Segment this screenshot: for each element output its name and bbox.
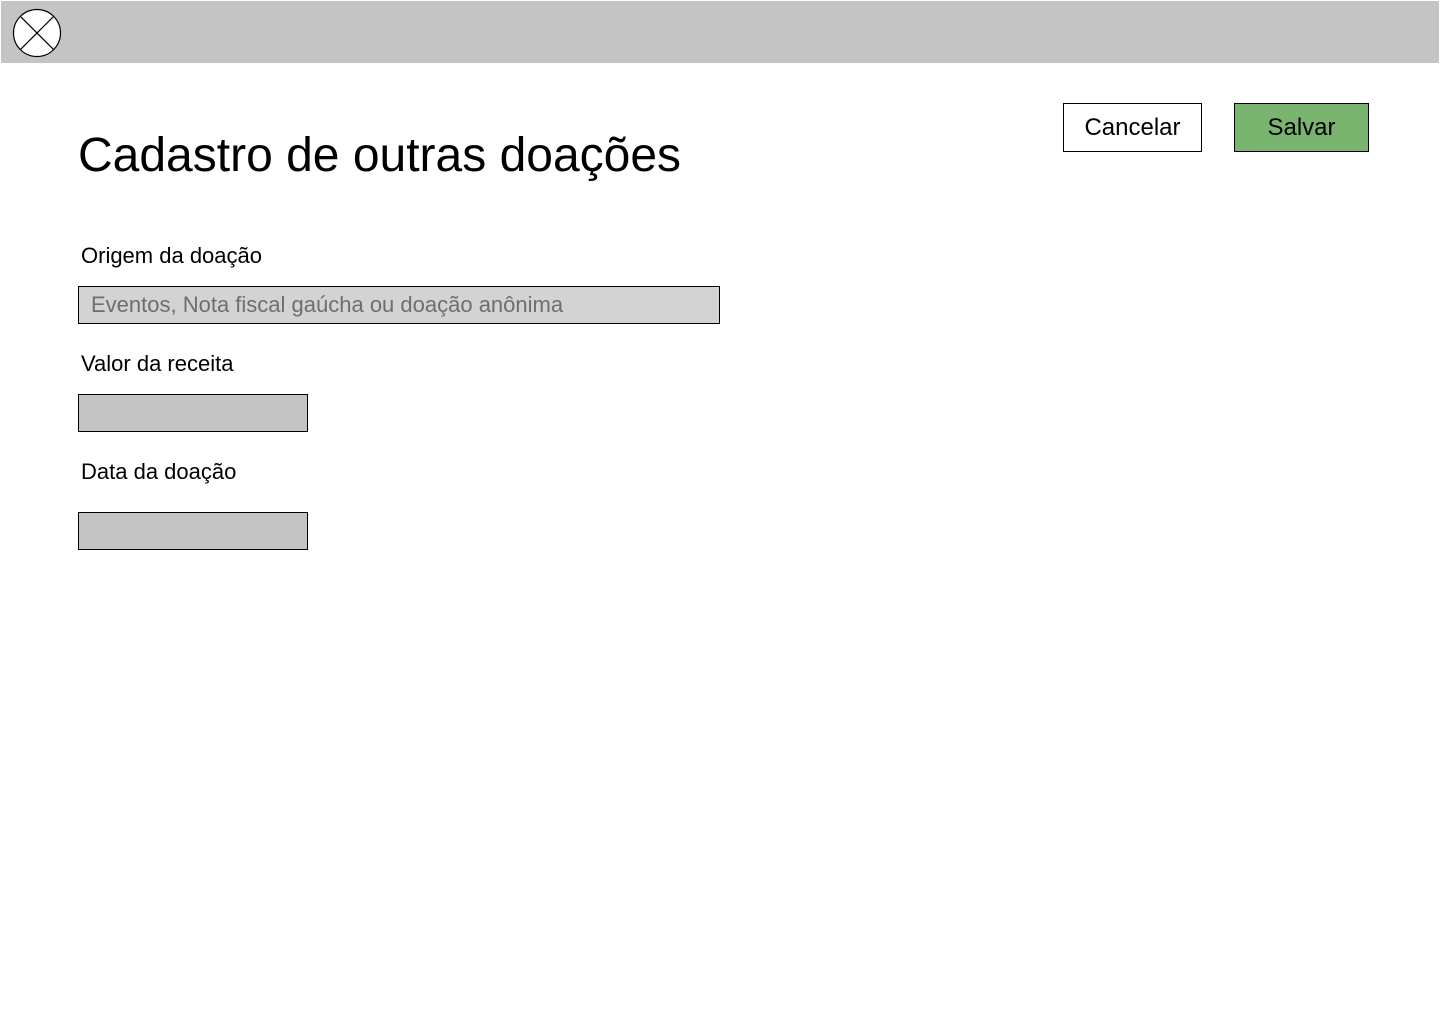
date-field-label: Data da doação: [81, 459, 237, 484]
top-bar: [1, 1, 1439, 63]
origin-input[interactable]: [78, 286, 720, 324]
save-button[interactable]: Salvar: [1234, 103, 1369, 152]
page: Cadastro de outras doações Cancelar Salv…: [0, 0, 1440, 1024]
origin-field-label: Origem da doação: [81, 243, 262, 268]
cancel-button[interactable]: Cancelar: [1063, 103, 1202, 152]
value-input[interactable]: [78, 394, 308, 432]
value-field-label: Valor da receita: [81, 351, 234, 376]
logo-placeholder-icon[interactable]: [12, 8, 62, 58]
date-input[interactable]: [78, 512, 308, 550]
page-title: Cadastro de outras doações: [78, 129, 682, 182]
